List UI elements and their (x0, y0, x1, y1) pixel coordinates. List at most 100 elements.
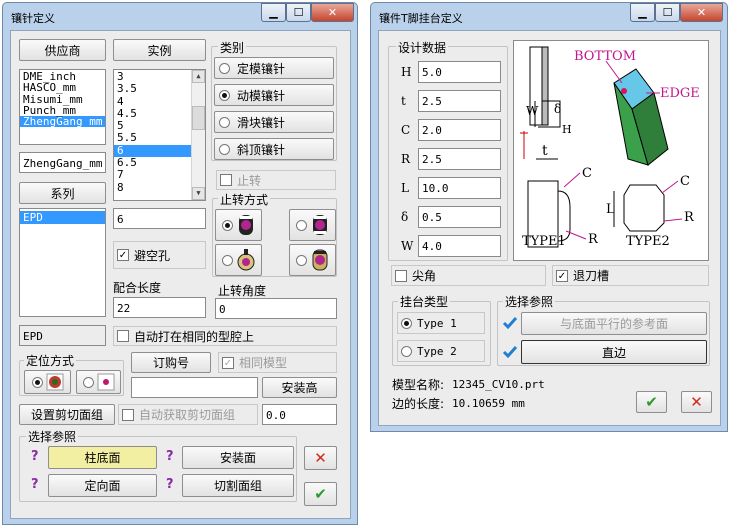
checkbox[interactable] (122, 408, 134, 421)
ref-orient-face-button[interactable]: 定向面 (48, 474, 157, 497)
maximize-button[interactable]: ☐ (655, 3, 680, 22)
example-list-scrollbar[interactable]: ▲ ▼ (191, 70, 205, 200)
checkbox[interactable] (117, 330, 129, 342)
radio[interactable] (219, 116, 230, 128)
category-lifter[interactable]: 斜顶镶针 (214, 138, 334, 160)
list-item-selected[interactable]: EPD (20, 211, 105, 224)
edge-length-row: 边的长度: 10.10659 mm (392, 395, 525, 412)
rotation-option-1[interactable] (215, 209, 262, 241)
cancel-button[interactable]: ✕ (681, 391, 712, 413)
minimize-button[interactable]: ▁ (261, 3, 286, 22)
help-icon[interactable]: ? (166, 449, 174, 464)
scroll-down-icon[interactable]: ▼ (192, 187, 205, 200)
same-model-checkbox[interactable]: ✓ 相同模型 (218, 352, 337, 373)
help-icon[interactable]: ? (166, 477, 174, 492)
diagram-type2-label: TYPE2 (626, 234, 670, 249)
scroll-up-icon[interactable]: ▲ (192, 70, 205, 83)
example-button[interactable]: 实例 (113, 39, 206, 61)
param-field[interactable]: 10.0 (418, 177, 501, 199)
param-field[interactable]: 5.0 (418, 61, 501, 83)
radio[interactable] (221, 254, 233, 266)
param-field[interactable]: 2.5 (418, 148, 501, 170)
category-group-title: 类别 (218, 39, 247, 56)
series-button[interactable]: 系列 (19, 182, 106, 204)
check-icon[interactable]: ✓ (556, 269, 568, 282)
positioning-option-2[interactable] (76, 370, 121, 394)
hang-type-title: 挂台类型 (398, 293, 451, 310)
radio[interactable] (295, 219, 307, 231)
supplier-value-field[interactable]: ZhengGang_mm (19, 152, 106, 173)
auto-cut-checkbox[interactable]: 自动获取剪切面组 (118, 404, 258, 425)
cancel-button[interactable]: ✕ (304, 446, 337, 470)
list-item[interactable]: HASCO_mm (20, 82, 105, 94)
check-icon[interactable]: ✓ (117, 249, 129, 261)
ref-edge-button[interactable]: 直边 (521, 340, 707, 364)
param-label: W (401, 239, 414, 253)
radio-selected[interactable] (221, 219, 233, 231)
label: Type 2 (417, 344, 457, 358)
type2-radio[interactable]: Type 2 (397, 340, 485, 362)
scroll-thumb[interactable] (192, 106, 205, 130)
ref-install-face-button[interactable]: 安装面 (182, 446, 294, 469)
label: 止转 (237, 173, 262, 188)
label: Type 1 (417, 316, 457, 330)
check-icon[interactable]: ✓ (222, 356, 234, 369)
radio[interactable] (295, 254, 307, 266)
positioning-option-1[interactable] (24, 370, 71, 394)
radio-selected[interactable] (31, 376, 43, 388)
ref-parallel-button[interactable]: 与底面平行的参考面 (521, 312, 707, 335)
close-button[interactable]: ✕ (680, 3, 723, 22)
rotation-angle-field[interactable]: 0 (215, 298, 337, 319)
radio[interactable] (401, 345, 412, 357)
epd-field[interactable]: EPD (19, 325, 106, 346)
set-cut-face-button[interactable]: 设置剪切面组 (19, 404, 115, 425)
ok-button[interactable]: ✔ (304, 482, 337, 506)
label: 相同模型 (239, 356, 288, 370)
cut-value-field[interactable]: 0.0 (262, 404, 337, 425)
minimize-button[interactable]: ▁ (630, 3, 655, 22)
fit-length-field[interactable]: 22 (113, 297, 206, 318)
ref-column-bottom-button[interactable]: 柱底面 (48, 446, 157, 469)
category-fixed-mold[interactable]: 定模镶针 (214, 57, 334, 79)
rotation-option-3[interactable] (215, 244, 262, 276)
radio-selected[interactable] (219, 89, 230, 101)
close-button[interactable]: ✕ (311, 3, 354, 22)
radio[interactable] (219, 62, 230, 74)
radio[interactable] (219, 143, 230, 155)
rotation-option-4[interactable] (289, 244, 336, 276)
param-field[interactable]: 2.5 (418, 90, 501, 112)
example-list[interactable]: 3 3.5 4 4.5 5 5.5 6 6.5 7 8 ▲ ▼ (113, 69, 206, 201)
maximize-button[interactable]: ☐ (286, 3, 311, 22)
undercut-checkbox[interactable]: ✓ 退刀槽 (552, 265, 709, 286)
install-height-button[interactable]: 安装高 (262, 377, 337, 398)
category-moving-mold[interactable]: 动模镶针 (214, 84, 334, 106)
stop-rotation-checkbox[interactable]: 止转 (216, 170, 336, 190)
size-field[interactable]: 6 (113, 208, 206, 229)
rotation-option-2[interactable] (289, 209, 336, 241)
radio-selected[interactable] (401, 317, 412, 329)
order-number-button[interactable]: 订购号 (131, 352, 211, 373)
sharp-corner-checkbox[interactable]: 尖角 (391, 265, 546, 286)
ref-cut-face-button[interactable]: 切割面组 (182, 474, 294, 497)
auto-hit-checkbox[interactable]: 自动打在相同的型腔上 (113, 326, 337, 346)
help-icon[interactable]: ? (31, 449, 39, 464)
radio[interactable] (82, 376, 94, 388)
edge-length-value: 10.10659 mm (452, 397, 525, 410)
series-list[interactable]: EPD (19, 208, 106, 317)
list-item-selected[interactable]: ZhengGang_mm (20, 116, 105, 127)
rotation-type-title: 止转方式 (218, 191, 271, 208)
help-icon[interactable]: ? (31, 477, 39, 492)
avoid-hole-checkbox[interactable]: ✓ 避空孔 (113, 241, 206, 269)
pin-stop-icon (237, 249, 254, 271)
type1-radio[interactable]: Type 1 (397, 312, 485, 334)
ok-button[interactable]: ✔ (636, 391, 667, 413)
param-field[interactable]: 2.0 (418, 119, 501, 141)
supplier-list[interactable]: DME_inch HASCO_mm Misumi_mm Punch_mm Zhe… (19, 69, 106, 145)
order-number-field[interactable] (131, 377, 258, 398)
param-field[interactable]: 4.0 (418, 235, 501, 257)
checkbox[interactable] (220, 174, 232, 186)
checkbox[interactable] (395, 269, 407, 282)
supplier-button[interactable]: 供应商 (19, 39, 106, 61)
category-slider[interactable]: 滑块镶针 (214, 111, 334, 133)
param-field[interactable]: 0.5 (418, 206, 501, 228)
